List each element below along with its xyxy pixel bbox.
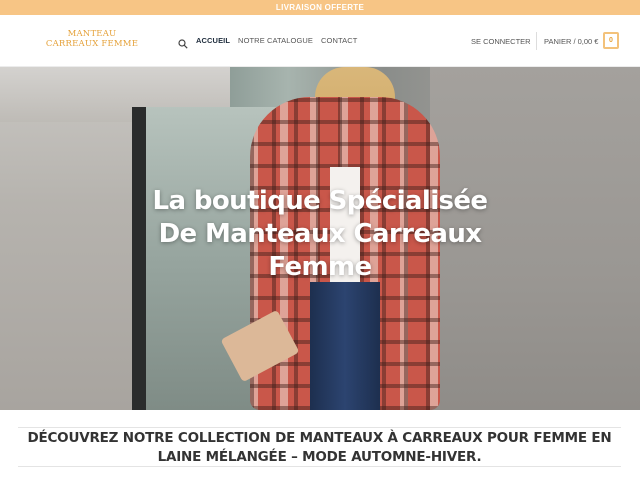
collection-heading-line-1: DÉCOUVREZ NOTRE COLLECTION DE MANTEAUX À…	[27, 430, 612, 446]
site-logo[interactable]: MANTEAU CARREAUX FEMME	[40, 29, 144, 49]
collection-heading: DÉCOUVREZ NOTRE COLLECTION DE MANTEAUX À…	[18, 429, 621, 467]
hero-title-line-1: La boutique Spécialisée	[152, 186, 489, 216]
hero-model-jeans	[310, 282, 380, 410]
cart-link[interactable]: PANIER / 0,00 €	[544, 37, 598, 46]
section-divider-bottom	[18, 466, 621, 467]
collection-heading-line-2: LAINE MÉLANGÉE – MODE AUTOMNE-HIVER.	[157, 449, 482, 465]
nav-item-accueil[interactable]: ACCUEIL	[196, 36, 230, 45]
hero-title: La boutique Spécialisée De Manteaux Carr…	[120, 185, 520, 284]
cart-count-badge[interactable]: 0	[603, 32, 619, 49]
nav-item-catalogue[interactable]: NOTRE CATALOGUE	[238, 36, 313, 45]
nav-item-contact[interactable]: CONTACT	[321, 36, 357, 45]
search-icon[interactable]	[178, 36, 188, 49]
promo-text: LIVRAISON OFFERTE	[275, 3, 365, 12]
logo-line-1: MANTEAU	[67, 29, 117, 39]
section-divider-top	[18, 427, 621, 428]
hero-title-line-3: Femme	[268, 252, 372, 282]
login-link[interactable]: SE CONNECTER	[471, 37, 531, 46]
site-header: MANTEAU CARREAUX FEMME ACCUEIL NOTRE CAT…	[0, 15, 640, 67]
main-nav: ACCUEIL NOTRE CATALOGUE CONTACT	[196, 36, 357, 45]
logo-line-2: CARREAUX FEMME	[45, 39, 139, 49]
promo-banner: LIVRAISON OFFERTE	[0, 0, 640, 15]
hero-banner: La boutique Spécialisée De Manteaux Carr…	[0, 67, 640, 410]
header-divider	[536, 32, 537, 50]
hero-title-line-2: De Manteaux Carreaux	[158, 219, 482, 249]
